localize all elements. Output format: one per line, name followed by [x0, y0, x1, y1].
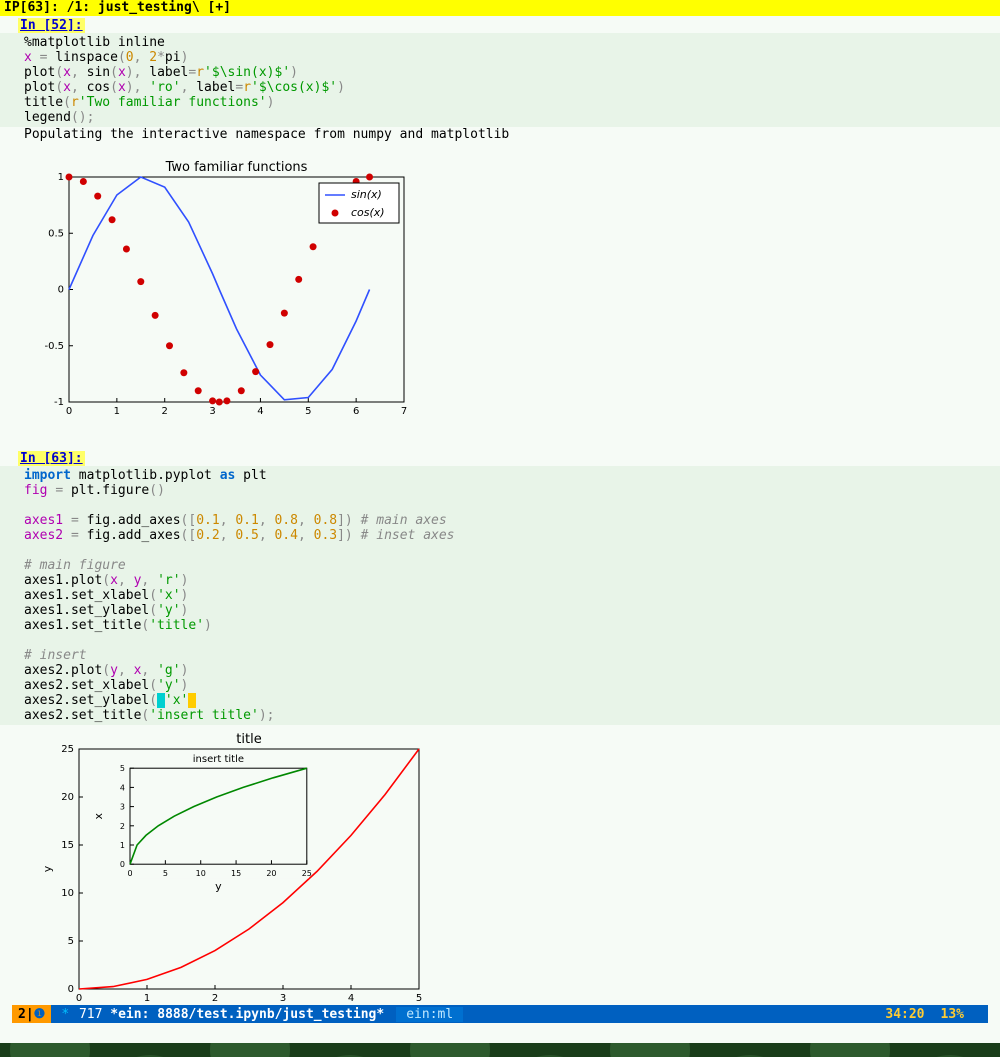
svg-text:20: 20	[61, 792, 74, 803]
svg-text:3: 3	[120, 803, 125, 812]
svg-text:0: 0	[66, 406, 72, 417]
statusbar-buffer-name: *ein: 8888/test.ipynb/just_testing*	[110, 1007, 384, 1022]
cell-prompt-63: In [63]:	[18, 451, 85, 466]
svg-text:20: 20	[266, 869, 276, 878]
svg-text:2: 2	[162, 406, 168, 417]
svg-text:1: 1	[58, 172, 64, 183]
svg-text:sin(x): sin(x)	[351, 188, 382, 201]
svg-text:4: 4	[348, 993, 354, 1004]
svg-text:5: 5	[68, 936, 74, 947]
cell-52-output-text: Populating the interactive namespace fro…	[0, 127, 1000, 147]
svg-text:-1: -1	[54, 397, 64, 408]
svg-text:1: 1	[144, 993, 150, 1004]
svg-text:cos(x): cos(x)	[351, 206, 385, 219]
svg-text:5: 5	[120, 764, 125, 773]
svg-text:5: 5	[305, 406, 311, 417]
svg-text:0: 0	[120, 860, 125, 869]
cell-63-code[interactable]: import matplotlib.pyplot as plt fig = pl…	[0, 466, 1000, 725]
svg-text:4: 4	[120, 783, 125, 792]
window-titlebar: IP[63]: /1: just_testing\ [+]	[0, 0, 1000, 16]
svg-text:0: 0	[127, 869, 132, 878]
svg-text:10: 10	[196, 869, 206, 878]
svg-text:25: 25	[61, 744, 74, 755]
svg-text:3: 3	[280, 993, 286, 1004]
svg-text:10: 10	[61, 888, 74, 899]
statusbar-scroll-pct: 13%	[935, 1007, 970, 1022]
svg-text:3: 3	[209, 406, 215, 417]
chart-two-familiar-functions: 0 1 2 3 4 5 6 7 -1 -0.5 0 0.5 1 Two familiar function…	[0, 147, 1000, 451]
svg-text:7: 7	[401, 406, 407, 417]
svg-text:title: title	[236, 732, 261, 747]
svg-text:6: 6	[353, 406, 359, 417]
svg-text:5: 5	[163, 869, 168, 878]
svg-text:25: 25	[302, 869, 312, 878]
svg-text:insert title: insert title	[193, 754, 244, 765]
svg-text:-0.5: -0.5	[44, 341, 64, 352]
chart-title-with-inset: 0 1 2 3 4 5 0 5 10 15 20 25 title x y 0 5 10 15 20 25 0 1 2 3 4 5 i…	[0, 725, 1000, 1043]
svg-text:1: 1	[120, 841, 125, 850]
svg-text:15: 15	[231, 869, 241, 878]
svg-text:x: x	[92, 812, 105, 819]
svg-text:5: 5	[416, 993, 422, 1004]
cell-prompt-52: In [52]:	[18, 18, 85, 33]
svg-text:2: 2	[120, 822, 125, 831]
svg-text:0: 0	[76, 993, 82, 1004]
svg-text:0: 0	[58, 285, 64, 296]
cell-52-code[interactable]: %matplotlib inline x = linspace(0, 2*pi)…	[0, 33, 1000, 127]
statusbar: 2|❶ * 717 *ein: 8888/test.ipynb/just_tes…	[12, 1005, 988, 1023]
svg-text:Two familiar functions: Two familiar functions	[165, 160, 308, 175]
svg-text:2: 2	[212, 993, 218, 1004]
text-cursor	[157, 693, 165, 708]
svg-text:1: 1	[114, 406, 120, 417]
statusbar-indicator: 2|❶	[12, 1005, 51, 1023]
svg-text:4: 4	[257, 406, 263, 417]
svg-text:y: y	[215, 880, 222, 893]
svg-text:15: 15	[61, 840, 74, 851]
svg-text:y: y	[41, 865, 54, 872]
statusbar-mode: ein:ml	[396, 1007, 463, 1022]
svg-text:0.5: 0.5	[48, 228, 64, 239]
statusbar-cursor-pos: 34:20	[875, 1007, 934, 1022]
svg-text:0: 0	[68, 984, 74, 995]
